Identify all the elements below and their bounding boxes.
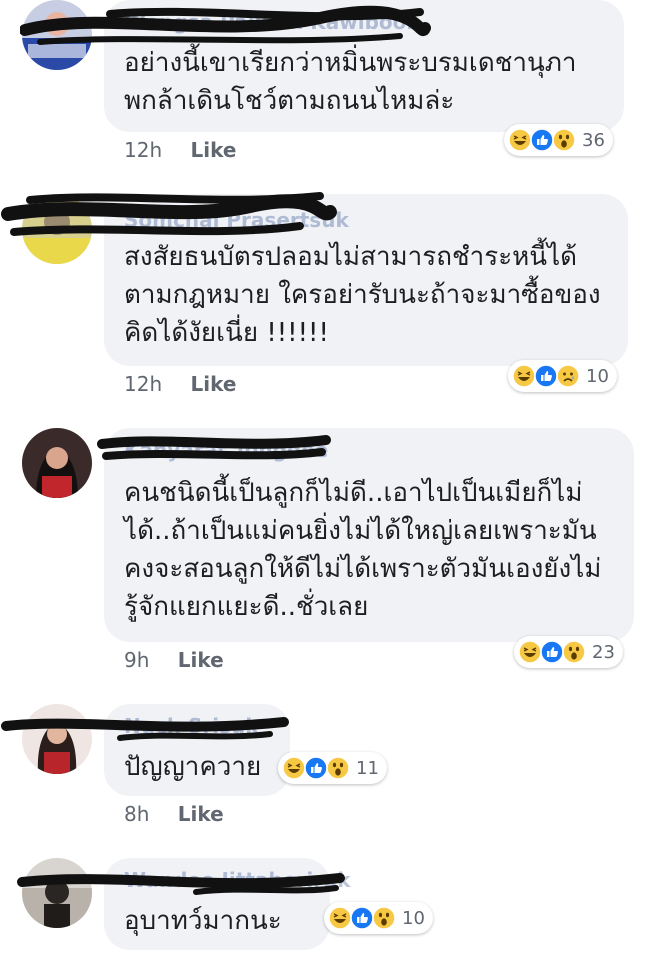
comment-text-line: คนชนิดนี้เป็นลูกก็ไม่ดี..เอาไปเป็นเมียก็… bbox=[124, 478, 583, 508]
like-icon bbox=[540, 640, 564, 664]
comment-timestamp[interactable]: 12h bbox=[124, 138, 162, 162]
like-button[interactable]: Like bbox=[178, 648, 224, 672]
comment-text-line: อุบาทว์มากนะ bbox=[124, 906, 282, 936]
avatar[interactable] bbox=[22, 704, 92, 774]
comment-text-line: คิดได้งัยเนี่ย !!!!!! bbox=[124, 318, 329, 348]
haha-icon bbox=[518, 640, 542, 664]
like-icon bbox=[304, 756, 328, 780]
wow-icon bbox=[562, 640, 586, 664]
haha-icon bbox=[328, 906, 352, 930]
reaction-summary[interactable]: 10 bbox=[324, 902, 433, 934]
sad-icon bbox=[556, 364, 580, 388]
avatar[interactable] bbox=[22, 428, 92, 498]
comment-author[interactable]: Somchai Prasertsuk bbox=[124, 208, 349, 232]
haha-icon bbox=[508, 128, 532, 152]
like-button[interactable]: Like bbox=[190, 138, 236, 162]
reaction-count: 10 bbox=[586, 365, 609, 387]
comment-author[interactable]: Wandee Jittaboriruk bbox=[124, 868, 351, 892]
wow-icon bbox=[372, 906, 396, 930]
comment-author[interactable]: Wongsa Pailuan Kawiboon bbox=[124, 10, 421, 34]
comment-bubble: Somchai Prasertsuk สงสัยธนบัตรปลอมไม่สาม… bbox=[104, 194, 628, 366]
reaction-summary[interactable]: 11 bbox=[278, 752, 387, 784]
comment-author[interactable]: Kanyarat Tongdee bbox=[124, 438, 328, 462]
comment-text-line: อย่างนี้เขาเรียกว่าหมิ่นพระบรมเดชานุภา bbox=[124, 48, 577, 78]
comment-author[interactable]: Nuch Srisuk bbox=[124, 714, 259, 738]
reaction-summary[interactable]: 10 bbox=[508, 360, 617, 392]
comment-text-line: ได้..ถ้าเป็นแม่คนยิ่งไม่ได้ใหญ่เลยเพราะม… bbox=[124, 516, 597, 546]
comment-timestamp[interactable]: 12h bbox=[124, 372, 162, 396]
reaction-count: 23 bbox=[592, 641, 615, 663]
comment-text-line: สงสัยธนบัตรปลอมไม่สามารถชำระหนี้ได้ bbox=[124, 242, 578, 272]
comment-text-line: รู้จักแยกแยะดี..ชั่วเลย bbox=[124, 592, 369, 622]
reaction-count: 11 bbox=[356, 757, 379, 779]
like-icon bbox=[530, 128, 554, 152]
like-icon bbox=[350, 906, 374, 930]
reaction-count: 10 bbox=[402, 907, 425, 929]
haha-icon bbox=[282, 756, 306, 780]
reaction-summary[interactable]: 23 bbox=[514, 636, 623, 668]
like-button[interactable]: Like bbox=[190, 372, 236, 396]
avatar[interactable] bbox=[22, 0, 92, 70]
comment-text-line: คงจะสอนลูกให้ดีไม่ได้เพราะตัวมันเองยังไม… bbox=[124, 554, 602, 584]
reaction-summary[interactable]: 36 bbox=[504, 124, 613, 156]
comment-bubble: Nuch Srisuk ปัญญาควาย bbox=[104, 704, 290, 796]
wow-icon bbox=[326, 756, 350, 780]
like-icon bbox=[534, 364, 558, 388]
comment-timestamp[interactable]: 9h bbox=[124, 648, 149, 672]
like-button[interactable]: Like bbox=[178, 802, 224, 826]
wow-icon bbox=[552, 128, 576, 152]
comment-timestamp[interactable]: 8h bbox=[124, 802, 149, 826]
comment-bubble: Wongsa Pailuan Kawiboon อย่างนี้เขาเรียก… bbox=[104, 0, 624, 132]
comment-text-line: ปัญญาควาย bbox=[124, 752, 262, 782]
comment-text-line: ตามกฎหมาย ใครอย่ารับนะถ้าจะมาซื้อของ bbox=[124, 280, 601, 310]
reaction-count: 36 bbox=[582, 129, 605, 151]
avatar[interactable] bbox=[22, 194, 92, 264]
comment-text-line: พกล้าเดินโชว์ตามถนนไหมล่ะ bbox=[124, 86, 455, 116]
haha-icon bbox=[512, 364, 536, 388]
avatar[interactable] bbox=[22, 858, 92, 928]
comment-bubble: Kanyarat Tongdee คนชนิดนี้เป็นลูกก็ไม่ดี… bbox=[104, 428, 634, 642]
comment-bubble: Wandee Jittaboriruk อุบาทว์มากนะ bbox=[104, 858, 351, 950]
